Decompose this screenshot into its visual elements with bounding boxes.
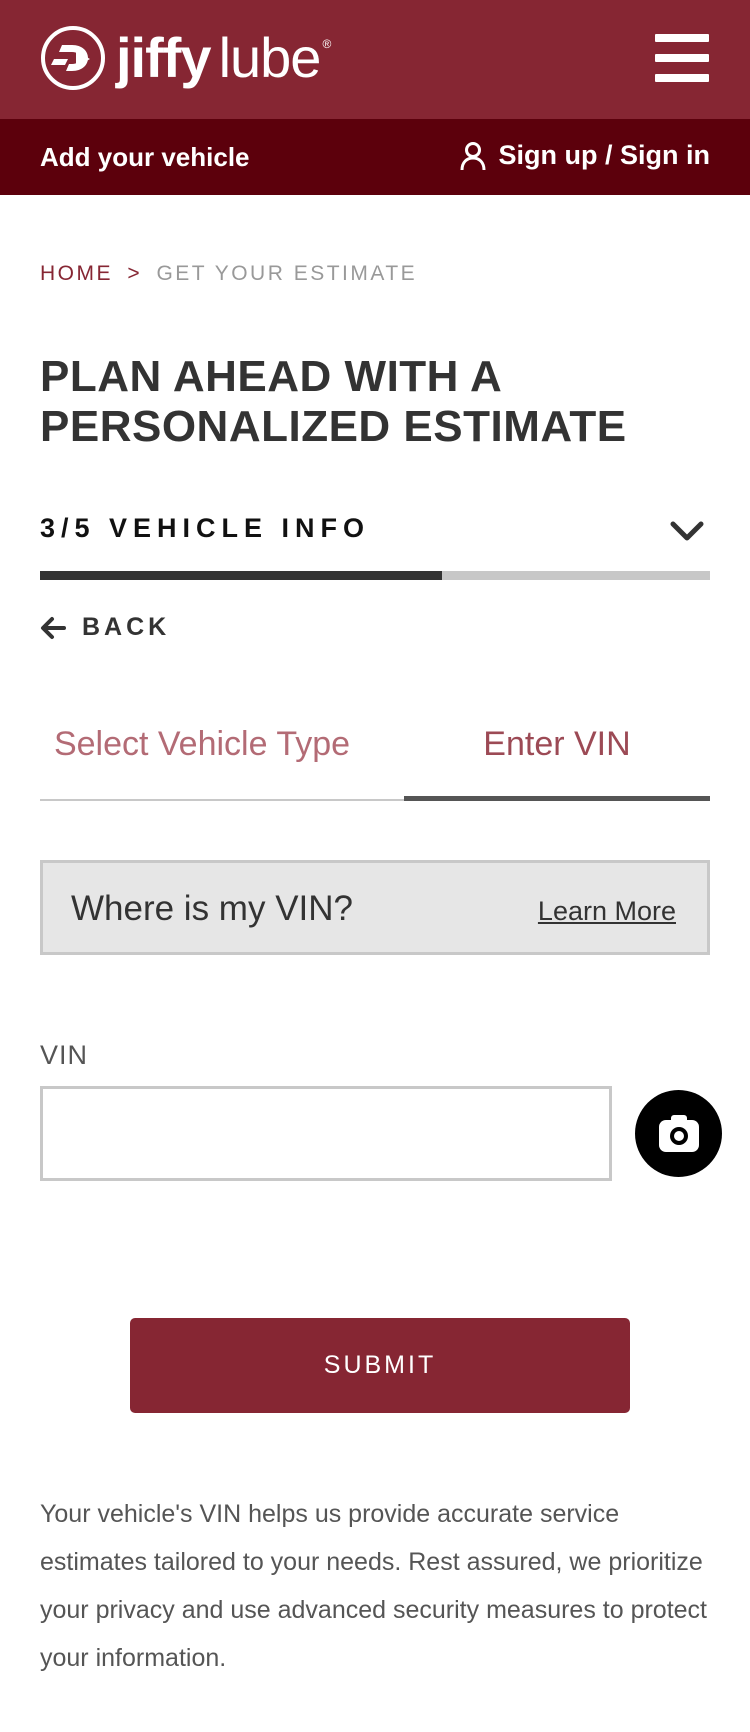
tab-select-vehicle-type[interactable]: Select Vehicle Type [40,725,404,801]
user-icon [460,141,486,170]
tab-label: Select Vehicle Type [53,725,351,763]
site-header: jiffy lube ® [0,0,750,119]
chevron-down-icon[interactable] [669,517,705,545]
jiffy-lube-logo-mark [41,26,105,90]
add-vehicle-link[interactable]: Add your vehicle [40,142,250,173]
progress-bar-fill [40,571,442,580]
vin-label: VIN [40,1040,89,1070]
brand-name-jiffy: jiffy [116,26,212,89]
breadcrumb-home-link[interactable]: HOME [40,262,113,285]
vin-help-text: Where is my VIN? [71,889,353,928]
signin-label: Sign up / Sign in [498,140,710,170]
tab-label: Enter VIN [483,725,631,763]
signin-link[interactable]: Sign up / Sign in [459,140,710,171]
arrow-left-icon [41,616,66,639]
account-bar: Add your vehicle Sign up / Sign in [0,119,750,195]
hamburger-line [655,54,709,62]
vin-help-box: Where is my VIN? Learn More [40,860,710,955]
jiffy-lube-logo[interactable]: jiffy lube ® [40,24,331,92]
back-button[interactable]: BACK [40,613,170,642]
vehicle-input-tabs: Select Vehicle Type Enter VIN [40,725,710,801]
brand-wordmark: jiffy lube ® [116,26,331,89]
breadcrumb: HOME > GET YOUR ESTIMATE [40,262,417,286]
breadcrumb-current: GET YOUR ESTIMATE [156,262,418,285]
submit-button[interactable]: SUBMIT [130,1318,630,1413]
step-header[interactable]: 3/5 VEHICLE INFO [40,513,710,553]
page-title: PLAN AHEAD WITH A PERSONALIZED ESTIMATE [40,352,627,451]
breadcrumb-separator: > [127,262,143,285]
vin-input[interactable] [40,1086,612,1181]
vin-privacy-disclaimer: Your vehicle's VIN helps us provide accu… [40,1500,708,1672]
camera-icon [658,1114,699,1152]
registered-mark: ® [322,37,331,51]
progress-bar [40,571,710,580]
hamburger-line [655,74,709,82]
hamburger-icon[interactable] [655,34,709,82]
scan-vin-button[interactable] [635,1090,722,1177]
tab-enter-vin[interactable]: Enter VIN [404,725,710,801]
learn-more-link[interactable]: Learn More [538,896,676,927]
hamburger-line [655,34,709,42]
back-label: BACK [82,613,171,641]
brand-name-lube: lube [218,26,322,89]
step-label: 3/5 VEHICLE INFO [40,513,371,543]
